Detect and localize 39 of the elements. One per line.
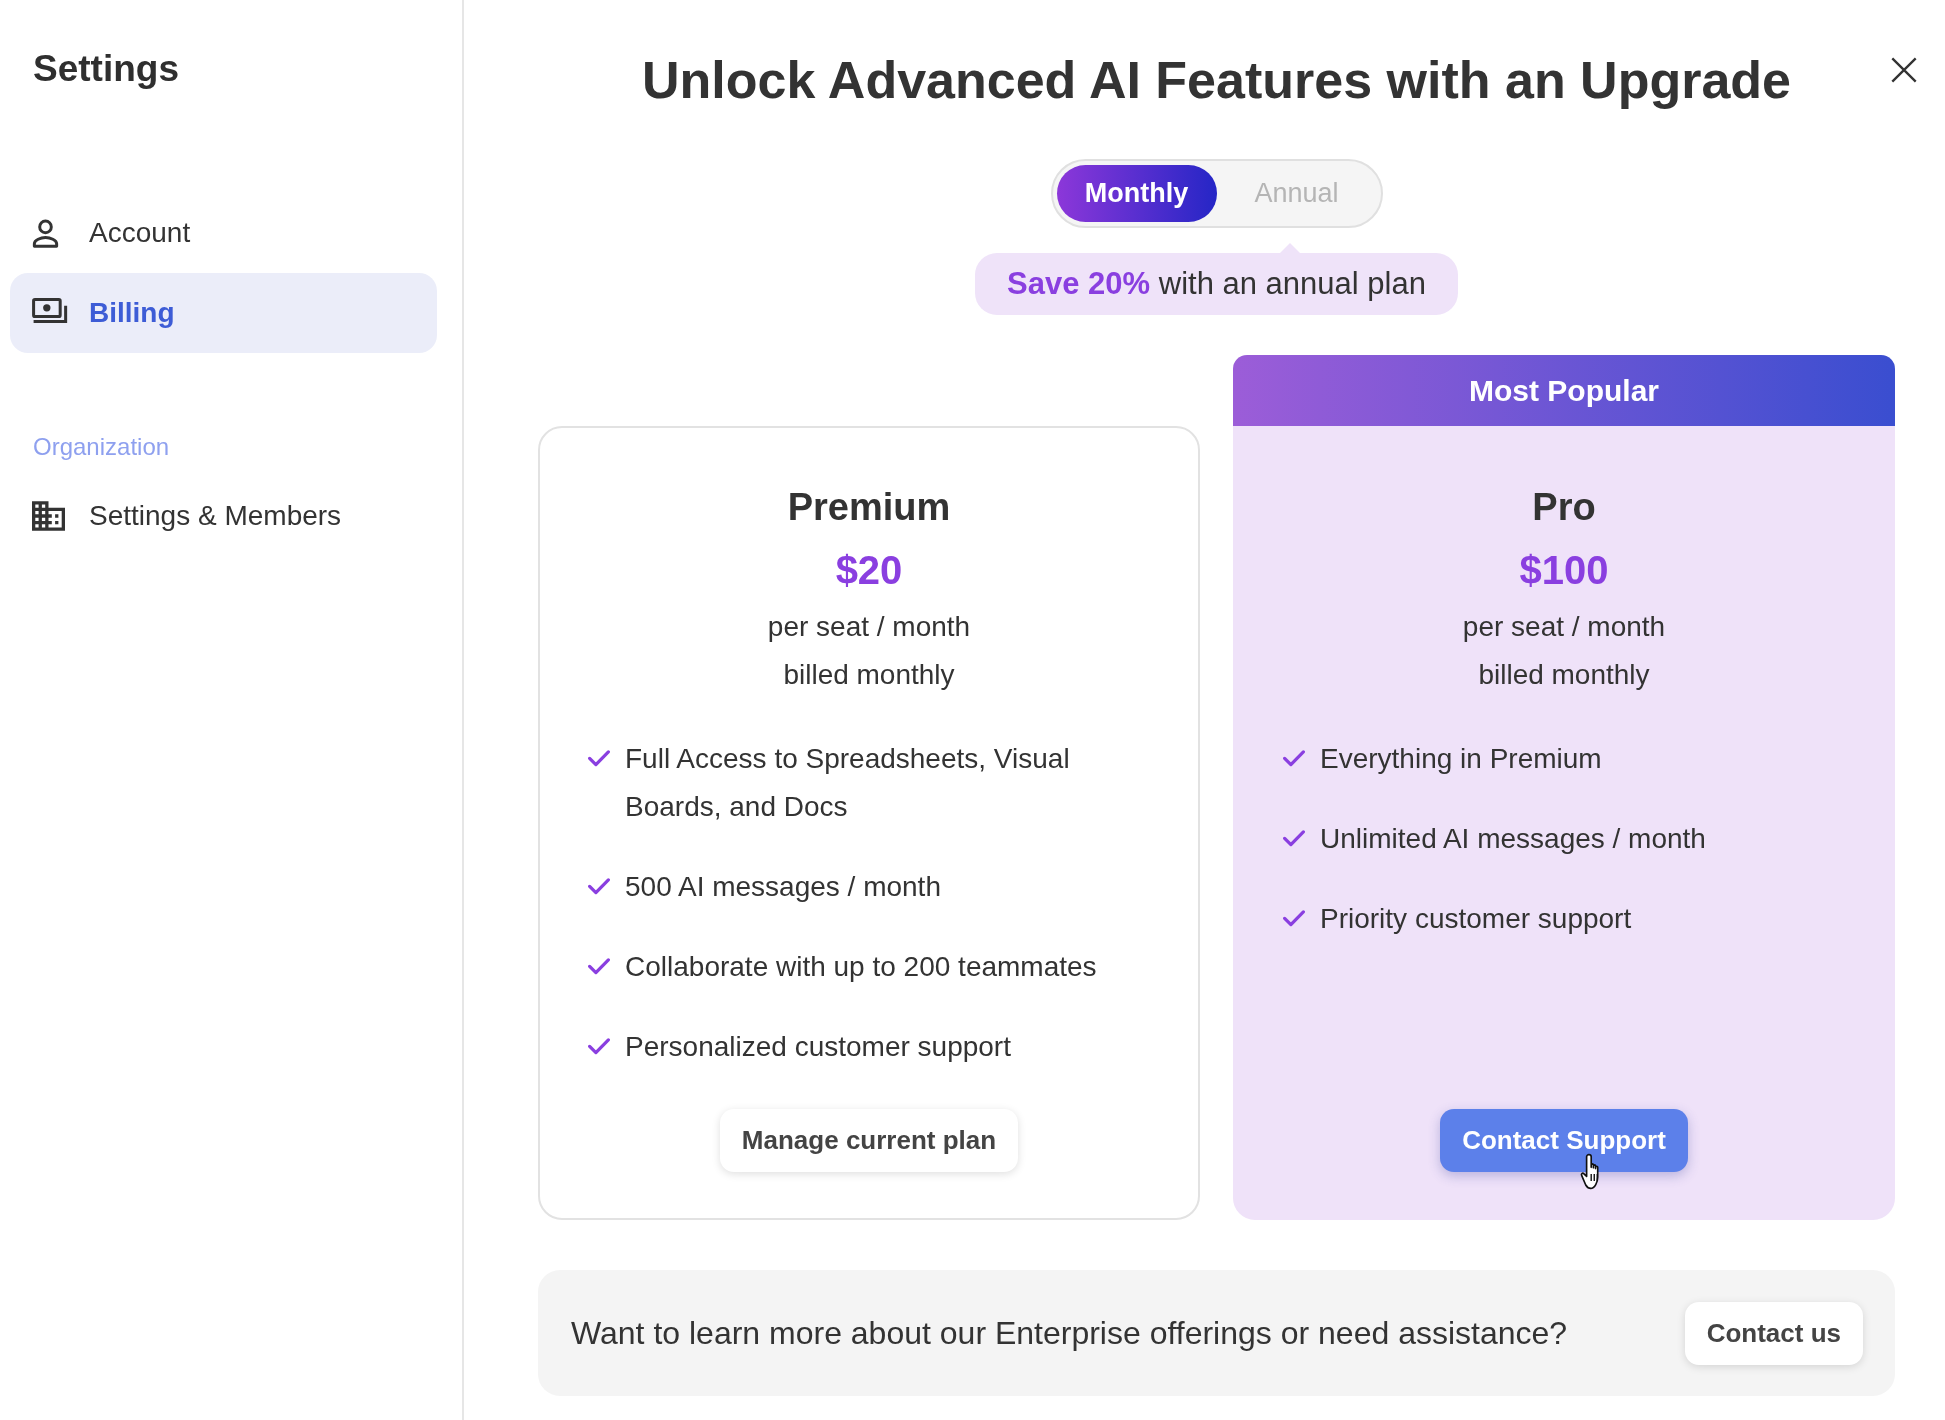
contact-button[interactable]: Contact us xyxy=(1684,1301,1863,1365)
check-icon xyxy=(588,750,610,767)
sidebar-title: Settings xyxy=(33,47,180,91)
check-icon xyxy=(1283,830,1305,847)
price-unit: per seat / month xyxy=(1462,610,1666,644)
sidebar-item[interactable]: Account xyxy=(10,193,437,273)
plan-price: $20 xyxy=(835,547,903,594)
plan-name: Pro xyxy=(1532,485,1596,530)
price-unit: per seat / month xyxy=(767,610,971,644)
toggle-option[interactable]: Monthly xyxy=(1056,165,1217,222)
billing-note: billed monthly xyxy=(1478,658,1650,692)
check-icon xyxy=(1283,750,1305,767)
dialog-title: Unlock Advanced AI Features with an Upgrade xyxy=(640,50,1793,111)
feature-text: Everything in Premium xyxy=(1320,742,1603,776)
billing-note: billed monthly xyxy=(783,658,955,692)
check-icon xyxy=(588,1038,610,1055)
plan-price: $100 xyxy=(1519,547,1609,594)
popular-banner: Most Popular xyxy=(1233,355,1895,426)
building-icon xyxy=(32,501,65,531)
feature-text: Personalized customer support xyxy=(625,1030,1012,1064)
feature-text: Collaborate with up to 200 teammates xyxy=(625,950,1098,984)
feature-text: Priority customer support xyxy=(1320,902,1633,936)
section-heading: Organization xyxy=(33,433,171,461)
savings-note: Save 20% with an annual plan xyxy=(975,243,1458,315)
close-icon xyxy=(1891,57,1917,83)
feature-text: 500 AI messages / month xyxy=(625,870,942,904)
plan-button[interactable]: Contact Support xyxy=(1440,1109,1688,1172)
feature-text: Full Access to Spreadsheets, Visual Boards, and Docs xyxy=(625,742,1071,824)
plan-name: Premium xyxy=(787,485,951,530)
feature-text: Unlimited AI messages / month xyxy=(1320,822,1707,856)
close-button[interactable] xyxy=(1891,57,1917,83)
check-icon xyxy=(1283,910,1305,927)
check-icon xyxy=(588,958,610,975)
plan-button[interactable]: Manage current plan xyxy=(719,1109,1019,1172)
check-icon xyxy=(588,878,610,895)
person-icon xyxy=(32,218,59,248)
sidebar-item[interactable]: Settings & Members xyxy=(10,476,437,556)
enterprise-text: Want to learn more about our Enterprise offerings or need assistance? xyxy=(571,1314,1568,1352)
sidebar-item[interactable]: Billing xyxy=(10,273,437,353)
